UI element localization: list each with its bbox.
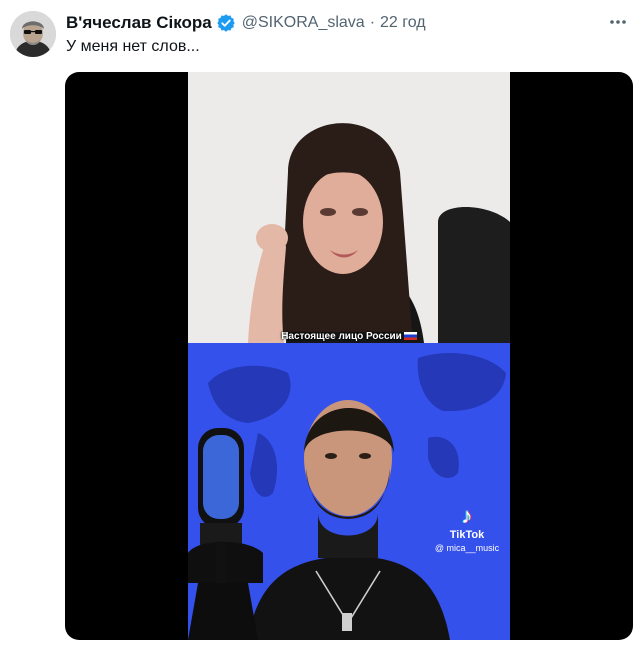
video-caption-text: Настоящее лицо России	[281, 331, 402, 342]
author-handle[interactable]: @SIKORA_slava	[242, 14, 365, 32]
tiktok-watermark: ♪ TikTok @ mica__music	[432, 503, 502, 554]
tweet-timestamp[interactable]: 22 год	[380, 14, 426, 32]
tweet-text: У меня нет слов...	[66, 38, 200, 55]
video-frame: Настоящее лицо России ♪ TikTok @ mica__m…	[188, 72, 510, 640]
man-with-microphone-image	[188, 343, 510, 640]
separator-dot: ·	[369, 14, 376, 31]
tweet-video[interactable]: Настоящее лицо России ♪ TikTok @ mica__m…	[65, 72, 633, 640]
tweet[interactable]: В'ячеслав Сікора @SIKORA_slava · 22 год …	[0, 0, 638, 648]
author-name[interactable]: В'ячеслав Сікора	[66, 13, 212, 33]
avatar-image	[10, 11, 56, 57]
tiktok-logo-icon: ♪	[461, 503, 473, 528]
video-top-pane: Настоящее лицо России	[188, 72, 510, 343]
more-dots-icon[interactable]	[608, 14, 628, 30]
tiktok-handle: @ mica__music	[434, 543, 500, 553]
tiktok-name: TikTok	[449, 529, 485, 541]
video-caption: Настоящее лицо России	[188, 331, 510, 342]
video-bottom-pane: ♪ TikTok @ mica__music	[188, 343, 510, 640]
russia-flag-icon	[403, 332, 417, 341]
author-avatar[interactable]	[10, 11, 56, 57]
verified-badge-icon	[216, 13, 236, 33]
woman-image	[188, 72, 510, 343]
tweet-header: В'ячеслав Сікора @SIKORA_slava · 22 год	[66, 12, 628, 34]
